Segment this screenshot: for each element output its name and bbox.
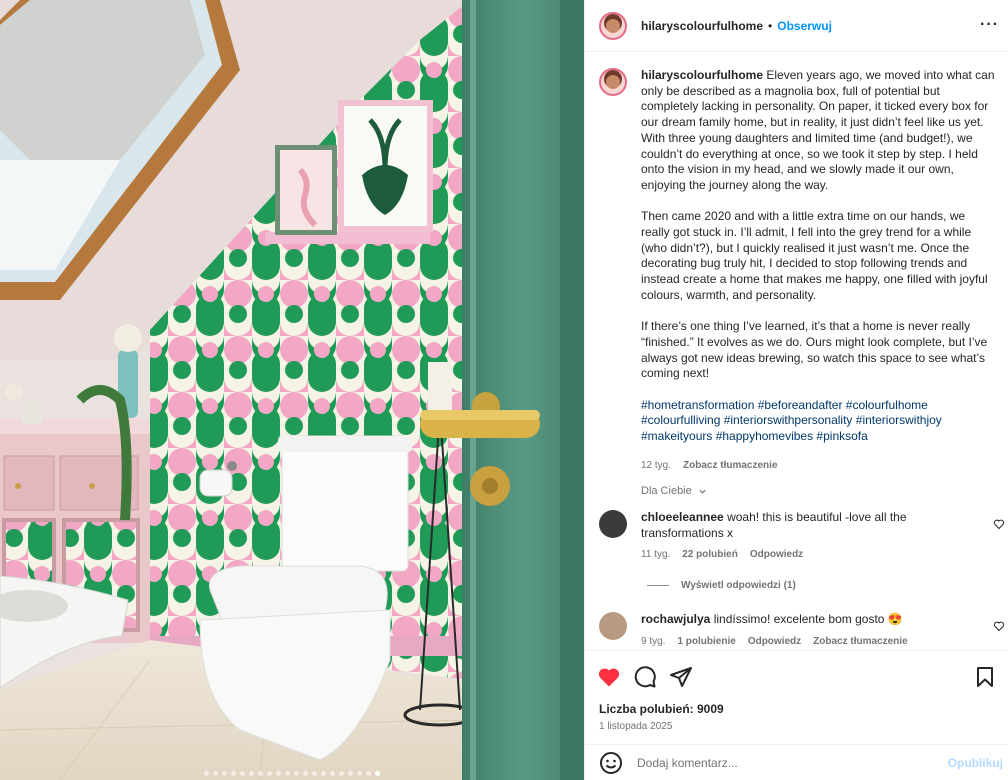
more-options-icon[interactable]: ··· bbox=[980, 16, 999, 34]
comment-likes[interactable]: 22 polubień bbox=[682, 547, 738, 563]
caption-avatar[interactable] bbox=[599, 68, 627, 96]
carousel-dot bbox=[249, 771, 254, 776]
carousel-dot bbox=[294, 771, 299, 776]
comment-item: chloeeleannee woah! this is beautiful -l… bbox=[599, 510, 1008, 563]
carousel-dot bbox=[213, 771, 218, 776]
carousel-dot bbox=[222, 771, 227, 776]
post-photo[interactable] bbox=[0, 0, 584, 780]
comment-text: lindíssimo! excelente bom gosto 😍 bbox=[713, 612, 903, 626]
carousel-dot bbox=[366, 771, 371, 776]
carousel-dot bbox=[231, 771, 236, 776]
like-comment-heart-icon[interactable] bbox=[993, 620, 1005, 632]
separator-dot: • bbox=[768, 18, 773, 33]
likes-count[interactable]: Liczba polubień: 9009 bbox=[599, 702, 724, 716]
comments-area[interactable]: hilaryscolourfulhome Eleven years ago, w… bbox=[585, 52, 1008, 650]
carousel-dot bbox=[321, 771, 326, 776]
publish-button[interactable]: Opublikuj bbox=[948, 756, 1003, 770]
post-date: 1 listopada 2025 bbox=[599, 721, 673, 732]
commenter-avatar[interactable] bbox=[599, 612, 627, 640]
post-header: hilaryscolourfulhome • Obserwuj ··· bbox=[585, 0, 1008, 52]
comment-likes[interactable]: 1 polubienie bbox=[677, 634, 735, 650]
carousel-dot bbox=[303, 771, 308, 776]
translate-caption-button[interactable]: Zobacz tłumaczenie bbox=[683, 458, 777, 474]
comment-item: rochawjulya lindíssimo! excelente bom go… bbox=[599, 612, 1008, 649]
carousel-dot bbox=[339, 771, 344, 776]
post-panel: hilaryscolourfulhome • Obserwuj ··· hila… bbox=[584, 0, 1008, 780]
carousel-dot bbox=[330, 771, 335, 776]
carousel-dot bbox=[357, 771, 362, 776]
bookmark-icon[interactable] bbox=[973, 665, 997, 689]
carousel-dot bbox=[276, 771, 281, 776]
carousel-dot bbox=[285, 771, 290, 776]
for-you-dropdown[interactable]: Dla Ciebie bbox=[641, 485, 707, 497]
post-actions: Liczba polubień: 9009 1 listopada 2025 bbox=[585, 650, 1008, 744]
speech-bubble-icon[interactable] bbox=[633, 665, 657, 689]
carousel-dot bbox=[240, 771, 245, 776]
comment-input[interactable] bbox=[637, 755, 937, 770]
comment-time: 11 tyg. bbox=[641, 549, 671, 561]
view-replies-button[interactable]: Wyświetl odpowiedzi (1) bbox=[647, 580, 796, 591]
comment-time: 9 tyg. bbox=[641, 635, 666, 647]
carousel-dot bbox=[375, 771, 380, 776]
carousel-dot bbox=[258, 771, 263, 776]
caption-username[interactable]: hilaryscolourfulhome bbox=[641, 68, 763, 82]
carousel-dot bbox=[348, 771, 353, 776]
carousel-dot bbox=[204, 771, 209, 776]
chevron-down-icon bbox=[699, 489, 706, 494]
reply-button[interactable]: Odpowiedz bbox=[748, 634, 801, 650]
view-replies-label: Wyświetl odpowiedzi (1) bbox=[681, 580, 796, 591]
emoji-icon[interactable] bbox=[599, 751, 623, 775]
bathroom-photo bbox=[0, 0, 584, 780]
follow-button[interactable]: Obserwuj bbox=[777, 19, 832, 33]
comment-username[interactable]: chloeeleannee bbox=[641, 510, 724, 524]
comment-username[interactable]: rochawjulya bbox=[641, 612, 710, 626]
reply-button[interactable]: Odpowiedz bbox=[750, 547, 803, 563]
author-avatar[interactable] bbox=[599, 11, 627, 40]
author-username[interactable]: hilaryscolourfulhome bbox=[641, 19, 763, 33]
for-you-label: Dla Ciebie bbox=[641, 485, 692, 497]
post-caption: hilaryscolourfulhome Eleven years ago, w… bbox=[599, 68, 999, 473]
caption-paragraph-3: If there’s one thing I’ve learned, it’s … bbox=[641, 319, 988, 381]
paper-plane-icon[interactable] bbox=[669, 665, 693, 689]
like-comment-heart-icon[interactable] bbox=[993, 518, 1005, 530]
caption-paragraph-1: Eleven years ago, we moved into what can… bbox=[641, 68, 995, 192]
translate-comment-button[interactable]: Zobacz tłumaczenie bbox=[813, 634, 907, 650]
caption-time: 12 tyg. bbox=[641, 459, 672, 471]
carousel-dot bbox=[267, 771, 272, 776]
carousel-dot bbox=[312, 771, 317, 776]
carousel-dots bbox=[0, 771, 584, 776]
heart-filled-icon[interactable] bbox=[597, 665, 621, 689]
caption-hashtags[interactable]: #hometransformation #beforeandafter #col… bbox=[641, 398, 997, 445]
commenter-avatar[interactable] bbox=[599, 510, 627, 538]
add-comment-bar: Opublikuj bbox=[585, 744, 1008, 780]
caption-paragraph-2: Then came 2020 and with a little extra t… bbox=[641, 209, 988, 302]
